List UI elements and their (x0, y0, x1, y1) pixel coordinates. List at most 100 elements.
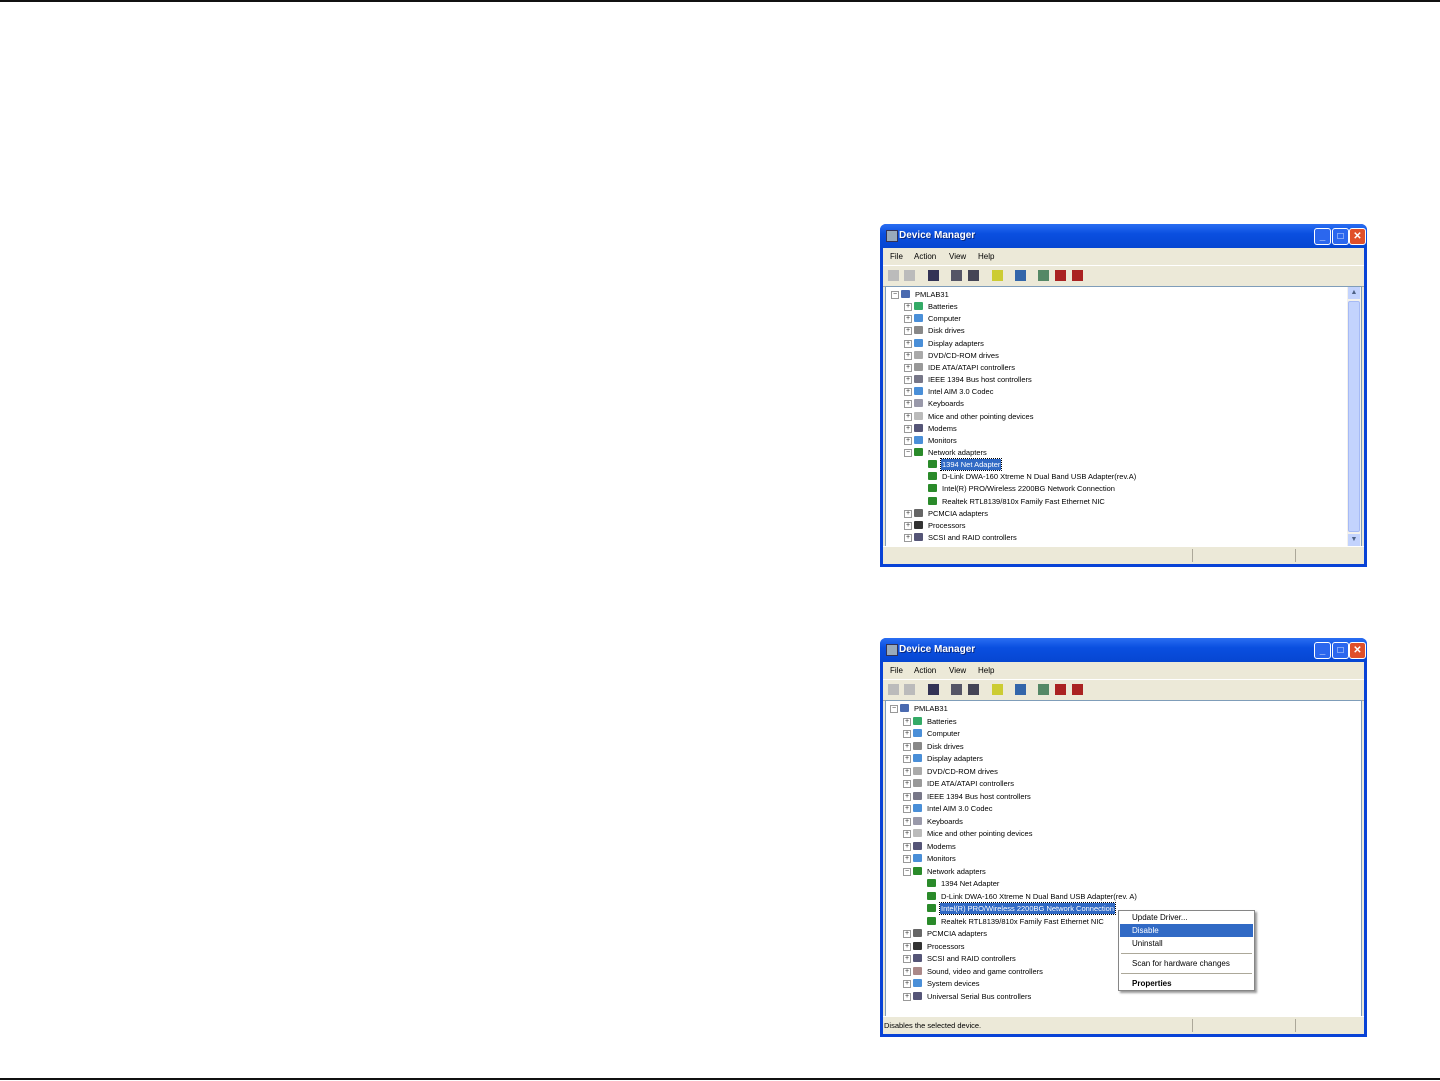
expand-toggle[interactable]: + (904, 327, 912, 336)
network-adapter-item[interactable]: 1394 Net Adapter (886, 878, 1361, 889)
expand-toggle[interactable]: + (904, 509, 912, 518)
expand-toggle[interactable]: + (903, 830, 911, 838)
scroll-thumb[interactable] (1348, 301, 1360, 532)
tree-category[interactable]: + Universal Serial Bus controllers (886, 991, 1361, 1002)
uninstall-icon[interactable] (1055, 270, 1066, 281)
network-adapter-item[interactable]: 1394 Net Adapter (886, 458, 1361, 472)
expand-toggle[interactable]: + (904, 351, 912, 360)
expand-toggle[interactable]: + (903, 955, 911, 963)
expand-toggle[interactable]: − (891, 291, 899, 299)
context-menu-item-update-driver[interactable]: Update Driver... (1120, 911, 1253, 924)
expand-toggle[interactable]: + (903, 855, 911, 863)
menu-help[interactable]: Help (978, 666, 994, 675)
tree-category[interactable]: + Display adapters (886, 338, 1361, 349)
expand-toggle[interactable]: − (904, 448, 912, 457)
expand-toggle[interactable]: + (904, 412, 912, 421)
scroll-down-arrow[interactable]: ▼ (1348, 534, 1360, 546)
tree-category[interactable]: + Disk drives (886, 741, 1361, 752)
expand-toggle[interactable]: + (903, 992, 911, 1001)
expand-toggle[interactable]: + (903, 755, 911, 763)
tree-category[interactable]: + Computer (886, 728, 1361, 739)
print-icon[interactable] (968, 684, 979, 695)
expand-toggle[interactable]: + (903, 780, 911, 788)
expand-toggle[interactable]: + (903, 967, 911, 976)
expand-toggle[interactable]: + (903, 842, 911, 851)
tree-category[interactable]: + Display adapters (886, 753, 1361, 764)
tree-category[interactable]: − Network adapters (886, 447, 1361, 458)
print-icon[interactable] (968, 270, 979, 281)
update-driver-icon[interactable] (1038, 270, 1049, 281)
help-icon[interactable] (992, 684, 1003, 695)
tree-category[interactable]: + PCMCIA adapters (886, 508, 1361, 519)
expand-toggle[interactable]: + (903, 717, 911, 726)
update-driver-icon[interactable] (1038, 684, 1049, 695)
tree-category[interactable]: + Mice and other pointing devices (886, 411, 1361, 422)
properties-icon[interactable] (951, 270, 962, 281)
expand-toggle[interactable]: + (904, 521, 912, 530)
expand-toggle[interactable]: + (903, 817, 911, 826)
menu-file[interactable]: File (890, 252, 903, 261)
expand-toggle[interactable]: + (904, 376, 912, 385)
tree-root-computer[interactable]: − PMLAB31 (886, 289, 1361, 300)
expand-toggle[interactable]: + (903, 767, 911, 776)
tree-category[interactable]: + Modems (886, 841, 1361, 852)
tree-category[interactable]: + Computer (886, 313, 1361, 324)
tree-category[interactable]: + Mice and other pointing devices (886, 828, 1361, 839)
expand-toggle[interactable]: − (903, 867, 911, 876)
tree-category[interactable]: + DVD/CD-ROM drives (886, 766, 1361, 777)
properties-icon[interactable] (951, 684, 962, 695)
tree-category[interactable]: + SCSI and RAID controllers (886, 532, 1361, 543)
expand-toggle[interactable]: + (903, 742, 911, 751)
maximize-button[interactable]: □ (1332, 642, 1349, 659)
expand-toggle[interactable]: + (903, 930, 911, 938)
expand-toggle[interactable]: + (904, 363, 912, 372)
context-menu-item-properties[interactable]: Properties (1120, 977, 1253, 990)
tree-category[interactable]: + IDE ATA/ATAPI controllers (886, 362, 1361, 373)
expand-toggle[interactable]: + (903, 730, 911, 738)
disable-icon[interactable] (1072, 270, 1083, 281)
expand-toggle[interactable]: + (903, 942, 911, 951)
network-adapter-item[interactable]: Realtek RTL8139/810x Family Fast Etherne… (886, 496, 1361, 507)
uninstall-icon[interactable] (1055, 684, 1066, 695)
tree-category[interactable]: + Monitors (886, 853, 1361, 864)
context-menu-item-scan-for-hardware-changes[interactable]: Scan for hardware changes (1120, 957, 1253, 970)
close-button[interactable]: ✕ (1349, 642, 1366, 659)
show-hide-tree-icon[interactable] (928, 684, 939, 695)
menu-action[interactable]: Action (914, 252, 936, 261)
expand-toggle[interactable]: + (904, 436, 912, 445)
scan-hardware-icon[interactable] (1015, 684, 1026, 695)
tree-category[interactable]: + Modems (886, 423, 1361, 434)
network-adapter-item[interactable]: D-Link DWA-160 Xtreme N Dual Band USB Ad… (886, 471, 1361, 482)
scroll-up-arrow[interactable]: ▲ (1348, 287, 1360, 299)
expand-toggle[interactable]: + (904, 388, 912, 397)
scan-hardware-icon[interactable] (1015, 270, 1026, 281)
tree-category[interactable]: + Monitors (886, 435, 1361, 446)
tree-category[interactable]: + IEEE 1394 Bus host controllers (886, 791, 1361, 802)
menu-help[interactable]: Help (978, 252, 994, 261)
tree-category[interactable]: + Batteries (886, 716, 1361, 727)
menu-view[interactable]: View (949, 666, 966, 675)
expand-toggle[interactable]: + (903, 792, 911, 801)
minimize-button[interactable]: _ (1314, 642, 1331, 659)
back-arrow-icon[interactable] (888, 270, 899, 281)
tree-category[interactable]: + DVD/CD-ROM drives (886, 350, 1361, 361)
forward-arrow-icon[interactable] (904, 270, 915, 281)
expand-toggle[interactable]: − (890, 705, 898, 713)
disable-icon[interactable] (1072, 684, 1083, 695)
expand-toggle[interactable]: + (904, 400, 912, 409)
menu-action[interactable]: Action (914, 666, 936, 675)
close-button[interactable]: ✕ (1349, 228, 1366, 245)
expand-toggle[interactable]: + (904, 303, 912, 312)
expand-toggle[interactable]: + (904, 534, 912, 542)
expand-toggle[interactable]: + (904, 315, 912, 324)
tree-category[interactable]: + IDE ATA/ATAPI controllers (886, 778, 1361, 789)
network-adapter-item[interactable]: D-Link DWA-160 Xtreme N Dual Band USB Ad… (886, 891, 1361, 902)
expand-toggle[interactable]: + (904, 339, 912, 348)
vertical-scrollbar[interactable]: ▲ ▼ (1347, 287, 1361, 546)
menu-file[interactable]: File (890, 666, 903, 675)
tree-root-computer[interactable]: − PMLAB31 (886, 703, 1361, 714)
tree-category[interactable]: + Keyboards (886, 816, 1361, 827)
back-arrow-icon[interactable] (888, 684, 899, 695)
expand-toggle[interactable]: + (903, 805, 911, 813)
network-adapter-item[interactable]: Intel(R) PRO/Wireless 2200BG Network Con… (886, 483, 1361, 494)
